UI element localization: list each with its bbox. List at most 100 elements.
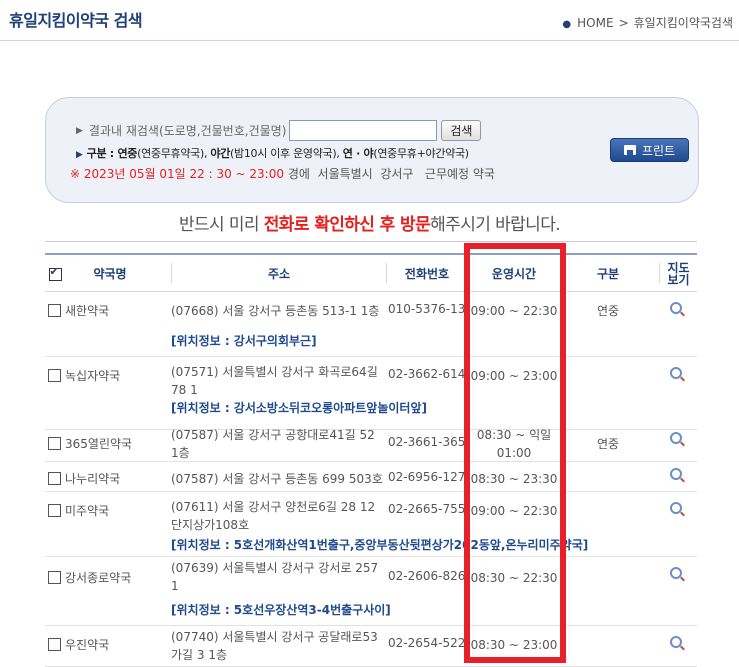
pharmacy-phone: 02-2654-5225: [388, 636, 465, 650]
pharmacy-address: (07611) 서울 강서구 양천로6길 28 12단지상가108호: [171, 500, 376, 532]
row-checkbox[interactable]: [48, 304, 61, 317]
map-view-button[interactable]: [670, 502, 682, 517]
header-map: 지도 보기: [667, 261, 690, 287]
row-checkbox[interactable]: [48, 504, 61, 517]
row-checkbox[interactable]: [48, 638, 61, 651]
checkbox-checked[interactable]: [48, 266, 62, 281]
location-info: [위치정보 : 5호선우장산역3-4번출구사이]: [171, 603, 391, 617]
map-view-button[interactable]: [670, 302, 682, 317]
table-header: 약국명 주소 전화번호 운영시간 구분 지도 보기: [45, 257, 697, 292]
breadcrumb-home[interactable]: HOME: [577, 16, 613, 30]
header-category: 구분: [596, 267, 620, 281]
row-checkbox[interactable]: [48, 571, 61, 584]
pharmacy-name[interactable]: 미주약국: [65, 502, 109, 519]
top-bar: 휴일지킴이약국 검색 ● HOME > 휴일지킴이약국검색: [0, 0, 739, 41]
map-view-button[interactable]: [670, 367, 682, 382]
category-yearround: 연중: [117, 147, 138, 160]
pharmacy-phone: 02-2606-8268: [388, 569, 465, 583]
breadcrumb: ● HOME > 휴일지킴이약국검색: [562, 14, 733, 31]
row-checkbox[interactable]: [48, 437, 61, 450]
category-label: 구분 :: [86, 147, 118, 160]
pharmacy-hours: 09:00 ~ 23:00: [470, 369, 558, 383]
pharmacy-name-cell: 365열린약국: [48, 435, 132, 452]
pharmacy-phone: 02-3661-3650: [388, 435, 465, 449]
category-both: 연 · 야: [342, 147, 374, 160]
pharmacy-category: 연중: [596, 437, 620, 451]
pharmacy-hours: 08:30 ~ 익일 01:00: [476, 428, 552, 460]
category-night-desc: (밤10시 이후 운영약국),: [230, 147, 343, 160]
magnifier-icon: [670, 468, 682, 480]
magnifier-icon: [670, 567, 682, 579]
table-row: 강서종로약국 (07639) 서울특별시 강서구 강서로 257 1 02-2606…: [45, 557, 697, 626]
table-row: 녹십자약국 (07571) 서울특별시 강서구 화곡로64길 78 1 02-366…: [45, 357, 697, 430]
header-phone: 전화번호: [404, 267, 450, 281]
table-row: 미주약국 (07611) 서울 강서구 양천로6길 28 12단지상가108호 02…: [45, 492, 697, 557]
search-button[interactable]: 검색: [441, 120, 482, 141]
table-row: 365열린약국 (07587) 서울 강서구 공항대로41길 52 1층 02-36…: [45, 428, 697, 462]
magnifier-icon: [670, 302, 682, 314]
pharmacy-phone: 02-3662-6143: [388, 367, 465, 381]
pharmacy-name[interactable]: 365열린약국: [65, 435, 132, 452]
pharmacy-hours: 09:00 ~ 22:30: [470, 304, 558, 318]
breadcrumb-current: 휴일지킴이약국검색: [633, 16, 733, 30]
pharmacy-hours: 08:30 ~ 22:30: [470, 571, 558, 585]
pharmacy-name-cell: 나누리약국: [48, 470, 120, 487]
pharmacy-category: 연중: [596, 304, 620, 318]
magnifier-icon: [670, 502, 682, 514]
breadcrumb-separator: >: [618, 16, 629, 30]
pharmacy-name[interactable]: 나누리약국: [65, 470, 120, 487]
search-panel: ▶ 결과내 재검색(도로명,건물번호,건물명) 검색 ▶ 구분 : 연중(연중무휴…: [45, 97, 699, 203]
pharmacy-hours: 09:00 ~ 22:30: [470, 504, 558, 518]
divider: [45, 241, 697, 242]
pharmacy-address: (07587) 서울 강서구 공항대로41길 52 1층: [171, 428, 375, 460]
bullet-icon: ●: [562, 19, 572, 30]
print-label: 프린트: [641, 143, 676, 158]
map-view-button[interactable]: [670, 567, 682, 582]
magnifier-icon: [670, 636, 682, 648]
pharmacy-name-cell: 새한약국: [48, 302, 109, 319]
header-hours: 운영시간: [491, 267, 537, 281]
pharmacy-name-cell: 녹십자약국: [48, 367, 120, 384]
pharmacy-name-cell: 강서종로약국: [48, 569, 131, 586]
notice-emphasis: 전화로 확인하신 후 방문: [263, 215, 431, 235]
pharmacy-name-cell: 우진약국: [48, 636, 109, 653]
category-legend: ▶ 구분 : 연중(연중무휴약국), 야간(밤10시 이후 운영약국), 연 · …: [76, 145, 469, 161]
search-input[interactable]: [289, 120, 438, 141]
pharmacy-phone: 010-5376-1304: [388, 302, 465, 316]
category-yearround-desc: (연중무휴약국),: [137, 147, 211, 160]
notice-suffix: 해주시기 바랍니다.: [430, 215, 561, 235]
map-view-button[interactable]: [670, 636, 682, 651]
header-name: 약국명: [93, 267, 127, 281]
select-all-checkbox[interactable]: [48, 257, 62, 291]
table-top-border: [45, 253, 697, 255]
map-view-button[interactable]: [670, 468, 682, 483]
pharmacy-name[interactable]: 강서종로약국: [65, 569, 131, 586]
notice-message: 반드시 미리 전화로 확인하신 후 방문해주시기 바랍니다.: [0, 210, 739, 235]
table-row: 우진약국 (07740) 서울특별시 강서구 공달래로53가길 3 1층 02-26…: [45, 626, 697, 667]
location-info: [위치정보 : 5호선개화산역1번출구,중앙부동산뒷편상가202동앞,온누리미주…: [171, 538, 589, 552]
map-view-button[interactable]: [670, 432, 682, 447]
research-label: 결과내 재검색(도로명,건물번호,건물명): [88, 124, 287, 138]
pharmacy-name[interactable]: 새한약국: [65, 302, 109, 319]
table-row: 새한약국 (07668) 서울 강서구 등촌동 513-1 1층 010-5376-…: [45, 292, 697, 357]
date-info-region: 경에 서울특별시 강서구 근무예정 약국: [284, 167, 495, 181]
table-row: 나누리약국 (07587) 서울 강서구 등촌동 699 503호 02-6956-…: [45, 462, 697, 492]
print-button[interactable]: 프린트: [610, 138, 689, 162]
row-checkbox[interactable]: [48, 472, 61, 485]
row-checkbox[interactable]: [48, 369, 61, 382]
pharmacy-name[interactable]: 우진약국: [65, 636, 109, 653]
pharmacy-phone: 02-6956-1270: [388, 470, 465, 484]
pharmacy-name[interactable]: 녹십자약국: [65, 367, 120, 384]
pharmacy-hours: 08:30 ~ 23:30: [470, 472, 558, 486]
triangle-right-icon: ▶: [76, 125, 83, 136]
research-row: ▶ 결과내 재검색(도로명,건물번호,건물명) 검색: [76, 120, 482, 141]
pharmacy-address: (07639) 서울특별시 강서구 강서로 257 1: [171, 561, 379, 593]
magnifier-icon: [670, 367, 682, 379]
printer-icon: [623, 145, 636, 155]
pharmacy-address: (07571) 서울특별시 강서구 화곡로64길 78 1: [171, 365, 378, 397]
date-info-time: ※ 2023년 05월 01일 22 : 30 ~ 23:00: [70, 167, 284, 181]
pharmacy-phone: 02-2665-7552: [388, 502, 465, 516]
date-info: ※ 2023년 05월 01일 22 : 30 ~ 23:00 경에 서울특별시…: [70, 165, 495, 182]
notice-prefix: 반드시 미리: [178, 215, 264, 235]
category-night: 야간: [210, 147, 231, 160]
